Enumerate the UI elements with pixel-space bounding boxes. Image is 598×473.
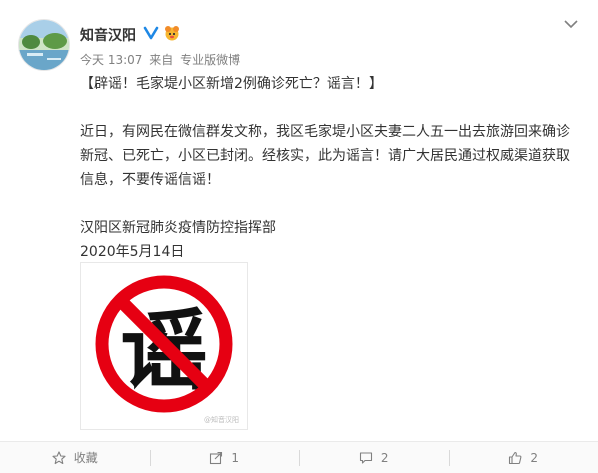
post-date: 2020年5月14日 <box>80 240 580 264</box>
post-time[interactable]: 今天 13:07 <box>80 53 142 67</box>
favorite-label: 收藏 <box>74 449 98 466</box>
post-body-line: 信息，不要传谣信谣！ <box>80 168 580 192</box>
post-text: 【辟谣！毛家堤小区新增2例确诊死亡？谣言！】 近日，有网民在微信群发文称，我区毛… <box>80 72 580 264</box>
repost-button[interactable]: 1 <box>150 442 300 473</box>
avatar[interactable] <box>18 19 70 71</box>
comment-icon <box>359 451 373 465</box>
comment-button[interactable]: 2 <box>299 442 449 473</box>
like-button[interactable]: 2 <box>449 442 598 473</box>
repost-count: 1 <box>231 451 239 465</box>
post-body-line: 新冠、已死亡，小区已封闭。经核实，此为谣言！请广大居民通过权威渠道获取 <box>80 144 580 168</box>
image-watermark: @知音汉阳 <box>204 415 239 425</box>
thumbs-up-icon <box>508 451 522 465</box>
chevron-down-icon[interactable] <box>561 16 581 32</box>
post-source[interactable]: 专业版微博 <box>180 53 240 67</box>
post-headline: 【辟谣！毛家堤小区新增2例确诊死亡？谣言！】 <box>80 72 580 96</box>
user-name[interactable]: 知音汉阳 <box>80 25 136 45</box>
post-image[interactable]: 谣 @知音汉阳 <box>80 262 248 430</box>
star-icon <box>52 451 66 465</box>
post-signature: 汉阳区新冠肺炎疫情防控指挥部 <box>80 216 580 240</box>
share-icon <box>209 451 223 465</box>
post-meta: 今天 13:07 来自 专业版微博 <box>80 51 243 68</box>
action-bar: 收藏 1 2 2 <box>0 441 598 473</box>
verified-icon <box>143 25 159 41</box>
favorite-button[interactable]: 收藏 <box>0 442 150 473</box>
vip-icon[interactable] <box>163 25 181 41</box>
like-count: 2 <box>530 451 538 465</box>
source-prefix: 来自 <box>149 53 173 67</box>
post-body-line: 近日，有网民在微信群发文称，我区毛家堤小区夫妻二人五一出去旅游回来确诊 <box>80 120 580 144</box>
comment-count: 2 <box>381 451 389 465</box>
no-rumor-sign: 谣 <box>81 263 247 429</box>
weibo-post-card: 知音汉阳 今天 13:07 来自 专业版微博 【辟谣！毛家堤小区新增2例确诊死亡… <box>0 0 598 472</box>
